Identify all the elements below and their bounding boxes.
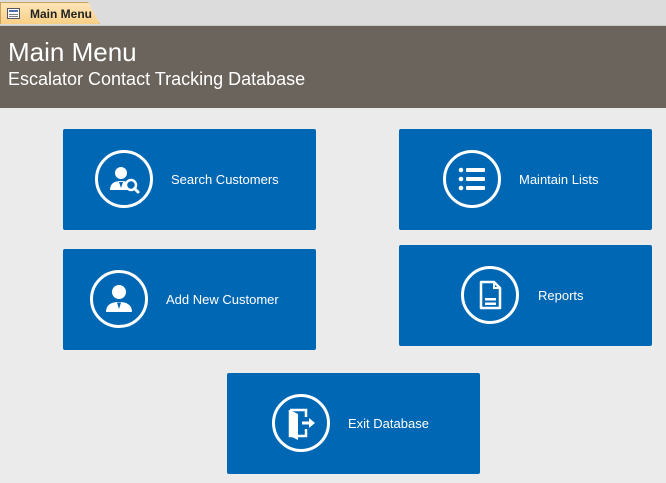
page-subtitle: Escalator Contact Tracking Database	[8, 69, 306, 89]
search-customers-button[interactable]: Search Customers	[63, 129, 316, 230]
exit-database-label: Exit Database	[348, 416, 429, 431]
tab-main-menu[interactable]: Main Menu	[0, 2, 100, 24]
form-header: Main Menu Escalator Contact Tracking Dat…	[0, 26, 666, 108]
page-title: Main Menu	[8, 37, 137, 67]
list-icon	[443, 150, 501, 208]
exit-door-icon	[272, 394, 330, 452]
document-icon	[461, 266, 519, 324]
form-icon	[7, 8, 20, 19]
maintain-lists-button[interactable]: Maintain Lists	[399, 129, 652, 230]
reports-button[interactable]: Reports	[399, 245, 652, 346]
tab-label: Main Menu	[30, 7, 92, 21]
document-tab-strip: Main Menu	[0, 0, 666, 26]
maintain-lists-label: Maintain Lists	[519, 172, 599, 187]
exit-database-button[interactable]: Exit Database	[227, 373, 480, 474]
reports-label: Reports	[538, 288, 584, 303]
user-icon	[90, 270, 148, 328]
search-customers-label: Search Customers	[171, 172, 279, 187]
search-user-icon	[95, 150, 153, 208]
add-new-customer-label: Add New Customer	[166, 292, 279, 307]
add-new-customer-button[interactable]: Add New Customer	[63, 249, 316, 350]
